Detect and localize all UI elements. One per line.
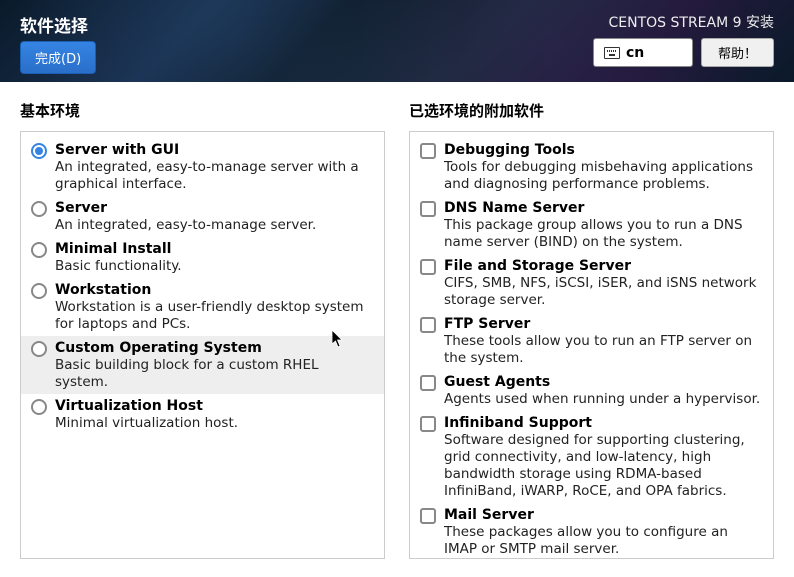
option-title: Virtualization Host bbox=[55, 397, 374, 415]
base-environment-title: 基本环境 bbox=[20, 100, 385, 121]
option-description: An integrated, easy-to-manage server. bbox=[55, 217, 374, 234]
option-title: Custom Operating System bbox=[55, 339, 374, 357]
keyboard-layout-label: cn bbox=[626, 45, 644, 61]
addons-title: 已选环境的附加软件 bbox=[409, 100, 774, 121]
header-bar: 软件选择 完成(D) CENTOS STREAM 9 安装 cn 帮助！ bbox=[0, 0, 794, 82]
option-title: Guest Agents bbox=[444, 373, 763, 391]
addon-option[interactable]: File and Storage Server CIFS, SMB, NFS, … bbox=[410, 254, 773, 312]
addon-option[interactable]: Mail Server These packages allow you to … bbox=[410, 503, 773, 560]
option-title: Workstation bbox=[55, 281, 374, 299]
environment-option[interactable]: Server with GUI An integrated, easy-to-m… bbox=[21, 138, 384, 196]
radio-button[interactable] bbox=[31, 399, 47, 415]
radio-button[interactable] bbox=[31, 341, 47, 357]
option-description: CIFS, SMB, NFS, iSCSI, iSER, and iSNS ne… bbox=[444, 275, 763, 309]
installer-title: CENTOS STREAM 9 安装 bbox=[609, 12, 774, 32]
option-title: FTP Server bbox=[444, 315, 763, 333]
addon-option[interactable]: DNS Name Server This package group allow… bbox=[410, 196, 773, 254]
checkbox[interactable] bbox=[420, 416, 436, 432]
done-button[interactable]: 完成(D) bbox=[20, 41, 96, 74]
option-description: Agents used when running under a hypervi… bbox=[444, 391, 763, 408]
environment-option[interactable]: Minimal Install Basic functionality. bbox=[21, 237, 384, 278]
radio-button[interactable] bbox=[31, 201, 47, 217]
environment-option[interactable]: Virtualization Host Minimal virtualizati… bbox=[21, 394, 384, 435]
option-title: DNS Name Server bbox=[444, 199, 763, 217]
addon-option[interactable]: Guest Agents Agents used when running un… bbox=[410, 370, 773, 411]
option-title: Server bbox=[55, 199, 374, 217]
addon-option[interactable]: Infiniband Support Software designed for… bbox=[410, 411, 773, 503]
addon-option[interactable]: Debugging Tools Tools for debugging misb… bbox=[410, 138, 773, 196]
checkbox[interactable] bbox=[420, 317, 436, 333]
help-button[interactable]: 帮助！ bbox=[701, 38, 774, 67]
addons-list[interactable]: Debugging Tools Tools for debugging misb… bbox=[409, 131, 774, 559]
checkbox[interactable] bbox=[420, 143, 436, 159]
option-title: Infiniband Support bbox=[444, 414, 763, 432]
addon-option[interactable]: FTP Server These tools allow you to run … bbox=[410, 312, 773, 370]
base-environment-panel: 基本环境 Server with GUI An integrated, easy… bbox=[20, 100, 385, 559]
checkbox[interactable] bbox=[420, 508, 436, 524]
keyboard-layout-selector[interactable]: cn bbox=[593, 38, 693, 67]
radio-button[interactable] bbox=[31, 283, 47, 299]
addons-panel: 已选环境的附加软件 Debugging Tools Tools for debu… bbox=[409, 100, 774, 559]
checkbox[interactable] bbox=[420, 259, 436, 275]
option-description: Software designed for supporting cluster… bbox=[444, 432, 763, 500]
option-title: Server with GUI bbox=[55, 141, 374, 159]
option-description: Basic functionality. bbox=[55, 258, 374, 275]
page-title: 软件选择 bbox=[20, 12, 96, 37]
base-environment-list[interactable]: Server with GUI An integrated, easy-to-m… bbox=[20, 131, 385, 559]
keyboard-icon bbox=[604, 47, 620, 59]
option-title: Mail Server bbox=[444, 506, 763, 524]
option-description: Minimal virtualization host. bbox=[55, 415, 374, 432]
radio-button[interactable] bbox=[31, 242, 47, 258]
checkbox[interactable] bbox=[420, 375, 436, 391]
option-description: Basic building block for a custom RHEL s… bbox=[55, 357, 374, 391]
option-description: These tools allow you to run an FTP serv… bbox=[444, 333, 763, 367]
option-title: Debugging Tools bbox=[444, 141, 763, 159]
option-description: This package group allows you to run a D… bbox=[444, 217, 763, 251]
radio-button[interactable] bbox=[31, 143, 47, 159]
checkbox[interactable] bbox=[420, 201, 436, 217]
option-title: Minimal Install bbox=[55, 240, 374, 258]
option-description: These packages allow you to configure an… bbox=[444, 524, 763, 558]
environment-option[interactable]: Custom Operating System Basic building b… bbox=[21, 336, 384, 394]
option-description: An integrated, easy-to-manage server wit… bbox=[55, 159, 374, 193]
environment-option[interactable]: Server An integrated, easy-to-manage ser… bbox=[21, 196, 384, 237]
option-description: Workstation is a user-friendly desktop s… bbox=[55, 299, 374, 333]
option-description: Tools for debugging misbehaving applicat… bbox=[444, 159, 763, 193]
option-title: File and Storage Server bbox=[444, 257, 763, 275]
environment-option[interactable]: Workstation Workstation is a user-friend… bbox=[21, 278, 384, 336]
